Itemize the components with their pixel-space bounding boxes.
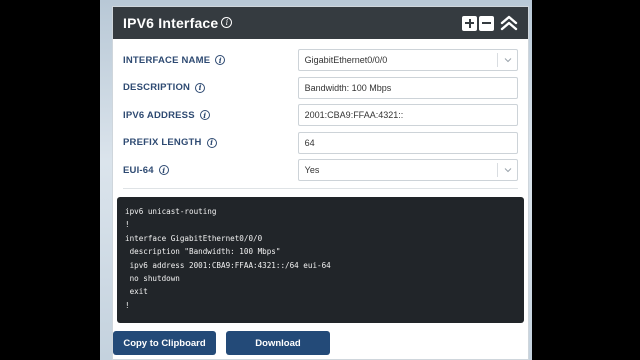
code-line: ! <box>125 220 130 230</box>
code-line: no shutdown <box>125 273 180 283</box>
code-line: exit <box>125 287 148 297</box>
background-left <box>0 0 108 360</box>
description-input[interactable]: Bandwidth: 100 Mbps <box>297 76 518 99</box>
copy-to-clipboard-button[interactable]: Copy to Clipboard <box>113 331 216 355</box>
form-row-ipv6-address: IPV6 ADDRESS i 2001:CBA9:FFAA:4321:: <box>123 102 518 128</box>
info-icon[interactable]: i <box>199 110 210 120</box>
field-label: EUI-64 i <box>123 165 292 176</box>
info-icon[interactable]: i <box>215 55 226 65</box>
description-value: Bandwidth: 100 Mbps <box>304 82 392 93</box>
eui64-label: EUI-64 <box>123 164 154 176</box>
form-row-prefix-length: PREFIX LENGTH i 64 <box>123 130 518 156</box>
description-label: DESCRIPTION <box>123 82 191 93</box>
prefix-length-input[interactable]: 64 <box>297 131 518 154</box>
interface-name-value: GigabitEthernet0/0/0 <box>304 55 388 65</box>
minus-square-icon[interactable] <box>479 15 494 31</box>
header-actions <box>462 14 518 32</box>
divider <box>123 188 518 189</box>
interface-name-label: INTERFACE NAME <box>123 54 211 66</box>
ipv6-address-input[interactable]: 2001:CBA9:FFAA:4321:: <box>297 104 518 126</box>
prefix-length-label: PREFIX LENGTH <box>123 137 202 148</box>
form-row-interface-name: INTERFACE NAME i GigabitEthernet0/0/0 <box>123 47 518 73</box>
code-line: description "Bandwidth: 100 Mbps" <box>125 247 281 257</box>
config-output[interactable]: ipv6 unicast-routing ! interface Gigabit… <box>117 197 524 323</box>
ipv6-address-label: IPV6 ADDRESS <box>123 109 195 121</box>
panel-title: IPV6 Interface <box>123 15 219 31</box>
background-right <box>532 0 640 360</box>
field-label: INTERFACE NAME i <box>123 55 292 66</box>
chevron-down-icon[interactable] <box>497 53 517 67</box>
eui64-value: Yes <box>304 165 320 175</box>
code-line: ipv6 unicast-routing <box>125 207 217 216</box>
double-chevron-up-icon[interactable] <box>500 14 518 32</box>
info-icon[interactable]: i <box>195 82 206 93</box>
info-icon[interactable]: i <box>206 137 217 148</box>
prefix-length-value: 64 <box>304 137 315 148</box>
code-line: ipv6 address 2001:CBA9:FFAA:4321::/64 eu… <box>125 260 331 270</box>
interface-name-select[interactable]: GigabitEthernet0/0/0 <box>297 49 518 71</box>
field-label: DESCRIPTION i <box>123 82 292 93</box>
field-label: IPV6 ADDRESS i <box>123 110 292 121</box>
info-icon[interactable]: i <box>221 16 233 28</box>
info-icon[interactable]: i <box>158 165 169 175</box>
panel-header: IPV6 Interface i <box>113 7 528 39</box>
code-line: interface GigabitEthernet0/0/0 <box>125 233 263 243</box>
plus-square-icon[interactable] <box>462 15 477 31</box>
chevron-down-icon[interactable] <box>497 163 517 177</box>
interface-form: INTERFACE NAME i GigabitEthernet0/0/0 DE… <box>113 39 528 189</box>
code-line: ! <box>125 300 130 310</box>
field-label: PREFIX LENGTH i <box>123 137 292 148</box>
form-row-eui64: EUI-64 i Yes <box>123 157 518 183</box>
ipv6-address-value: 2001:CBA9:FFAA:4321:: <box>304 110 404 120</box>
ipv6-interface-panel: IPV6 Interface i INTERFACE NAME i Gigabi… <box>112 6 529 360</box>
action-bar: Copy to Clipboard Download <box>113 323 528 355</box>
download-button[interactable]: Download <box>226 331 330 355</box>
form-row-description: DESCRIPTION i Bandwidth: 100 Mbps <box>123 75 518 101</box>
eui64-select[interactable]: Yes <box>297 159 518 181</box>
